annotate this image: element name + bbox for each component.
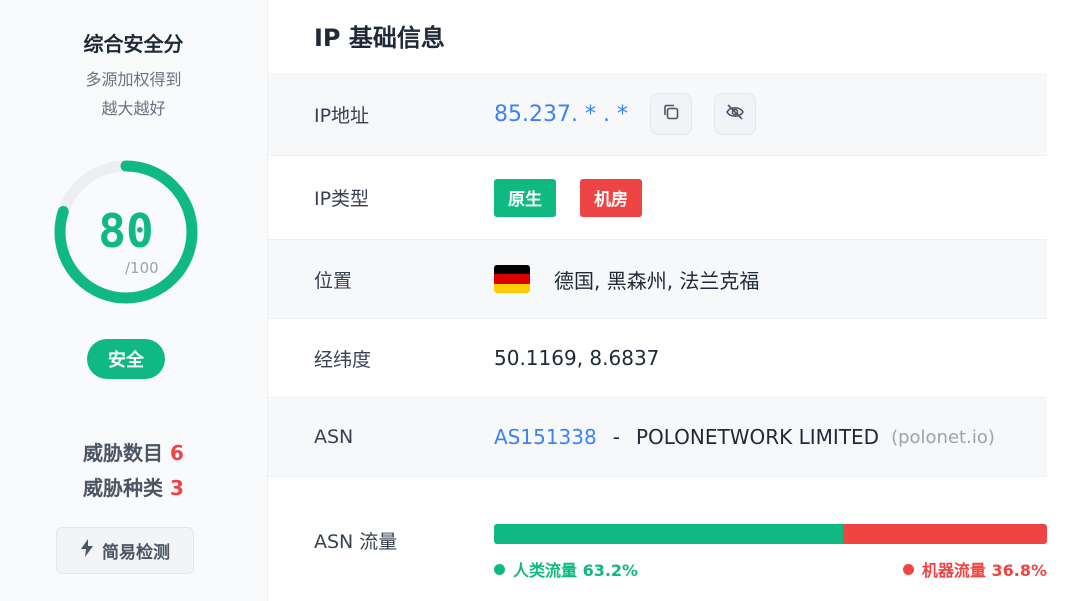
threat-count-row: 威胁数目 6 — [0, 436, 267, 471]
ip-address-content: 85.237. * . * — [494, 93, 756, 135]
threat-count-label: 威胁数目 — [83, 441, 164, 465]
row-ip-type: IP类型 原生 机房 — [268, 156, 1047, 240]
coordinates-value: 50.1169, 8.6837 — [494, 346, 660, 370]
eye-off-icon — [725, 102, 745, 126]
asn-separator: - — [612, 425, 620, 449]
ip-type-tags: 原生 机房 — [494, 178, 642, 217]
copy-icon — [662, 102, 680, 126]
legend-human-label: 人类流量 63.2% — [513, 561, 639, 580]
score-subtitle: 多源加权得到 越大越好 — [85, 65, 181, 123]
legend-human: 人类流量 63.2% — [494, 557, 638, 581]
traffic-bar-bot — [843, 524, 1047, 544]
coordinates-content: 50.1169, 8.6837 — [494, 346, 659, 370]
app-root: 综合安全分 多源加权得到 越大越好 80 /100 安全 威胁数目 6 威胁种类… — [0, 0, 1066, 601]
row-coordinates: 经纬度 50.1169, 8.6837 — [268, 319, 1047, 398]
threat-summary: 威胁数目 6 威胁种类 3 — [0, 436, 267, 506]
row-location: 位置 德国, 黑森州, 法兰克福 — [268, 240, 1047, 319]
section-title: IP 基础信息 — [314, 24, 445, 52]
ip-type-label: IP类型 — [314, 188, 370, 210]
threat-types-row: 威胁种类 3 — [0, 471, 267, 506]
ip-info-panel: IP 基础信息 IP地址 85.237. * . * IP类型 原生 机房 位置… — [268, 0, 1047, 601]
quick-check-button[interactable]: 简易检测 — [56, 527, 194, 574]
asn-traffic-label: ASN 流量 — [314, 531, 398, 553]
score-title: 综合安全分 — [83, 32, 184, 56]
status-badge: 安全 — [87, 339, 165, 379]
tag-datacenter: 机房 — [580, 178, 642, 217]
score-sidebar: 综合安全分 多源加权得到 越大越好 80 /100 安全 威胁数目 6 威胁种类… — [0, 0, 268, 601]
quick-check-label: 简易检测 — [102, 543, 170, 563]
legend-bot: 机器流量 36.8% — [902, 557, 1047, 581]
germany-flag-icon — [494, 265, 530, 293]
traffic-bar — [494, 524, 1047, 544]
location-content: 德国, 黑森州, 法兰克福 — [494, 265, 759, 294]
threat-types-label: 威胁种类 — [83, 476, 164, 500]
score-value: 80 — [98, 204, 154, 258]
threat-count-value: 6 — [170, 441, 184, 465]
row-ip-address: IP地址 85.237. * . * — [268, 73, 1047, 156]
tag-native: 原生 — [494, 178, 556, 217]
ip-address-value[interactable]: 85.237. * . * — [494, 102, 628, 127]
coordinates-label: 经纬度 — [314, 348, 372, 371]
traffic-bar-human — [494, 524, 844, 544]
threat-types-value: 3 — [170, 476, 184, 500]
row-asn: ASN AS151338 - POLONETWORK LIMITED (polo… — [268, 398, 1047, 477]
legend-bot-dot — [902, 563, 914, 575]
location-value: 德国, 黑森州, 法兰克福 — [554, 268, 760, 293]
copy-ip-button[interactable] — [649, 93, 692, 135]
asn-organization: POLONETWORK LIMITED — [635, 425, 880, 449]
asn-content: AS151338 - POLONETWORK LIMITED (polonet.… — [494, 425, 995, 449]
asn-domain: (polonet.io) — [891, 426, 995, 448]
location-label: 位置 — [314, 269, 353, 292]
legend-bot-label: 机器流量 36.8% — [921, 561, 1047, 580]
ip-address-label: IP地址 — [314, 104, 370, 127]
toggle-ip-visibility-button[interactable] — [713, 93, 756, 135]
asn-label: ASN — [314, 426, 354, 448]
score-subtitle-line1: 多源加权得到 — [85, 70, 182, 89]
asn-number-link[interactable]: AS151338 — [494, 425, 597, 449]
score-max: /100 — [125, 259, 159, 277]
score-subtitle-line2: 越大越好 — [101, 99, 166, 118]
score-gauge: 80 /100 — [53, 159, 199, 305]
lightning-icon — [80, 539, 94, 562]
legend-human-dot — [494, 563, 505, 575]
